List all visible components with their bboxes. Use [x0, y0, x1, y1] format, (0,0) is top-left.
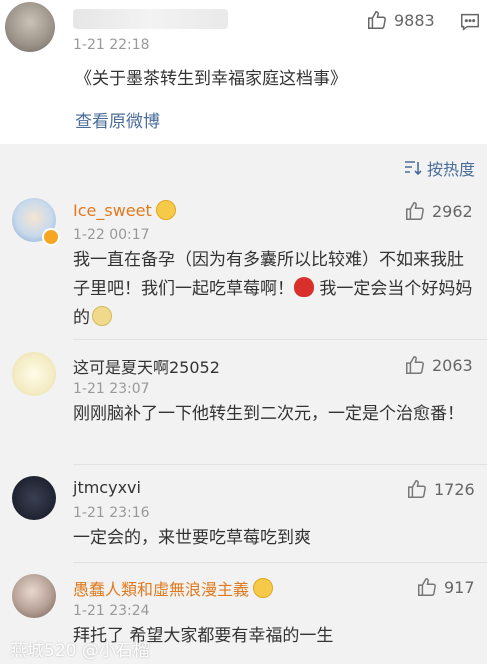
comment-icon[interactable]	[459, 11, 481, 33]
thumbs-up-icon	[368, 11, 386, 29]
post-author-name-blurred[interactable]	[73, 9, 228, 29]
commenter-name[interactable]: 这可是夏天啊25052	[73, 354, 220, 378]
comment-like-button[interactable]: 2962	[404, 200, 473, 222]
sort-label: 按热度	[426, 160, 475, 179]
strawberry-emoji-icon	[294, 277, 314, 297]
comment-like-count: 1726	[434, 479, 475, 499]
view-original-weibo-link[interactable]: 查看原微博	[75, 107, 160, 132]
watermark: 燕城520 @小石榴	[10, 641, 150, 661]
commenter-name[interactable]: 愚蠢人類和虛無浪漫主義	[73, 576, 274, 600]
comment-text: 一定会的，来世要吃草莓吃到爽	[73, 528, 311, 548]
verified-badge-icon	[42, 228, 60, 246]
post-like-button[interactable]: 9883	[366, 9, 435, 31]
comment-like-count: 2063	[432, 355, 473, 375]
thumbs-up-icon	[406, 356, 424, 374]
thumbs-up-icon	[418, 578, 436, 596]
comment-text: 我一直在备孕（因为有多囊所以比较难）不如来我肚子里吧！我们一起吃草莓啊！ 我一定…	[73, 246, 473, 333]
comment-time: 1-22 00:17	[73, 227, 150, 243]
thumbs-up-icon	[408, 480, 426, 498]
comment-time: 1-21 23:16	[73, 505, 150, 521]
comment-time: 1-21 23:07	[73, 381, 150, 397]
commenter-name[interactable]: jtmcyxvi	[73, 478, 141, 497]
comment-time: 1-21 23:24	[73, 603, 150, 619]
post-text: 《关于墨茶转生到幸福家庭这档事》	[75, 69, 347, 89]
smile-emoji-icon	[92, 306, 112, 326]
commenter-name-text: Ice_sweet	[73, 200, 152, 220]
comments-section: 按热度 Ice_sweet 2962 1-22 00:17 我一直在备孕（因为有…	[0, 144, 487, 664]
heart-eyes-emoji-icon	[155, 200, 176, 220]
comment-like-button[interactable]: 2063	[404, 354, 473, 376]
divider	[73, 464, 487, 465]
comment-like-button[interactable]: 1726	[406, 478, 475, 500]
commenter-name-text: 这可是夏天啊25052	[73, 358, 220, 377]
commenter-avatar[interactable]	[12, 574, 56, 618]
comment-text: 刚刚脑补了一下他转生到二次元，一定是个治愈番！	[73, 404, 464, 424]
post-like-count: 9883	[394, 10, 435, 30]
comment-like-button[interactable]: 917	[416, 576, 475, 598]
divider	[73, 339, 487, 340]
commenter-avatar[interactable]	[12, 476, 56, 520]
comment-like-count: 917	[444, 577, 475, 597]
post-time: 1-21 22:18	[73, 37, 150, 53]
sort-icon	[404, 161, 422, 176]
post-author-avatar[interactable]	[5, 2, 55, 52]
commenter-name[interactable]: Ice_sweet	[73, 200, 176, 220]
comment-like-count: 2962	[432, 201, 473, 221]
sort-by-hot-button[interactable]: 按热度	[404, 156, 475, 180]
heart-eyes-emoji-icon	[253, 578, 274, 598]
commenter-name-text: 愚蠢人類和虛無浪漫主義	[73, 580, 250, 599]
commenter-avatar[interactable]	[12, 352, 56, 396]
divider	[73, 562, 487, 563]
thumbs-up-icon	[406, 202, 424, 220]
commenter-name-text: jtmcyxvi	[73, 478, 141, 497]
